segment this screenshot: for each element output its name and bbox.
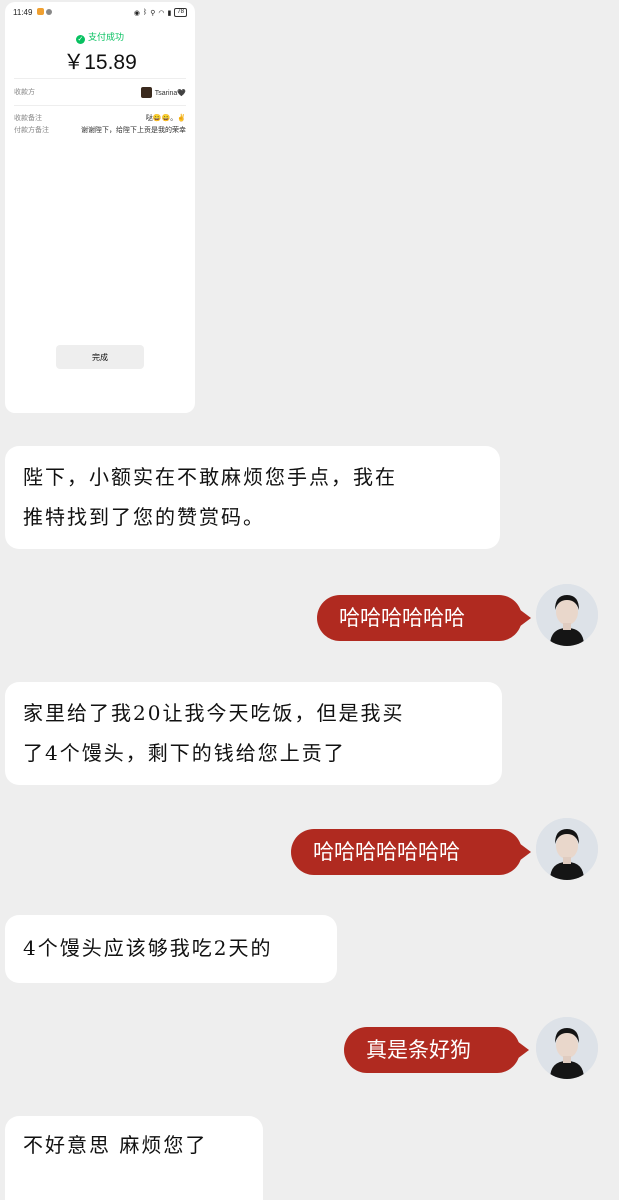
payer-note: 谢谢陛下，给陛下上贡是我的荣幸 [81,127,186,134]
avatar[interactable] [536,818,598,880]
app-notification-icon [37,8,44,15]
payee-value: Tsarina🖤 [140,86,186,98]
message-bubble-outgoing: 真是条好狗 [344,1027,529,1073]
done-button[interactable]: 完成 [56,345,144,369]
payment-success-header: ✓ 支付成功 [5,30,195,44]
message-line: 家里给了我20让我今天吃饭，但是我买 [23,701,405,725]
notification-icons [37,8,52,15]
message-line: 4个馒头应该够我吃2天的 [23,936,273,960]
payer-note-label: 付款方备注 [14,127,49,134]
wifi-icon: ◠ [158,9,165,17]
payee-label: 收款方 [14,89,35,96]
message-bubble-outgoing: 哈哈哈哈哈哈哈 [291,829,531,875]
status-bar: 11:49 ◉ ᛒ ⚲ ◠ ▮ 78 [5,7,195,19]
app-notification-icon [46,9,52,15]
payee-avatar [140,86,152,98]
divider [14,78,186,79]
bluetooth-icon: ᛒ [143,9,148,16]
payer-note-row: 付款方备注 谢谢陛下，给陛下上贡是我的荣幸 [14,124,186,136]
message-bubble-incoming: 4个馒头应该够我吃2天的 [5,915,337,983]
payee-note-row: 收款备注 哒😄😄。✌ [14,112,186,124]
message-bubble-outgoing: 哈哈哈哈哈哈 [317,595,531,641]
message-line: 了4个馒头，剩下的钱给您上贡了 [23,741,346,765]
status-time: 11:49 [13,8,33,17]
payee-note: 哒😄😄。✌ [145,115,186,122]
avatar[interactable] [536,584,598,646]
battery-icon: 78 [174,8,187,17]
message-bubble-incoming: 陛下，小额实在不敢麻烦您手点，我在 推特找到了您的赞赏码。 [5,446,500,549]
message-bubble-incoming: 家里给了我20让我今天吃饭，但是我买 了4个馒头，剩下的钱给您上贡了 [5,682,502,785]
message-line: 不好意思 麻烦您了 [23,1133,208,1157]
message-line: 陛下，小额实在不敢麻烦您手点，我在 [23,465,397,489]
system-icons: ◉ ᛒ ⚲ ◠ ▮ 78 [134,8,187,17]
location-icon: ⚲ [150,9,156,17]
check-icon: ✓ [75,35,85,44]
payment-screenshot: 11:49 ◉ ᛒ ⚲ ◠ ▮ 78 ✓ 支付成功 ￥15.89 收款方 Tsar… [5,2,195,413]
signal-icon: ▮ [167,9,172,17]
message-bubble-incoming: 不好意思 麻烦您了 [5,1116,263,1200]
avatar[interactable] [536,1017,598,1079]
payee-note-label: 收款备注 [14,115,42,122]
payment-amount: ￥15.89 [63,51,137,74]
message-line: 推特找到了您的赞赏码。 [23,505,265,529]
payment-success-label: 支付成功 [87,32,124,42]
payee-row: 收款方 Tsarina🖤 [14,85,186,99]
payee-name: Tsarina🖤 [154,89,186,97]
divider [14,105,186,106]
eye-icon: ◉ [133,9,140,17]
